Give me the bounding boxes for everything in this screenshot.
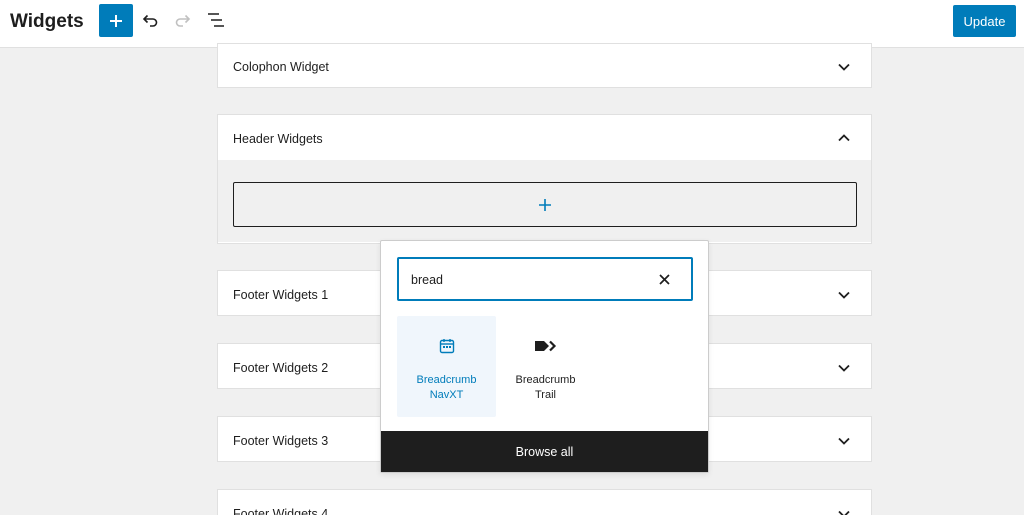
block-search-box: [397, 257, 693, 301]
undo-icon: [142, 14, 158, 27]
widget-area-header: Header Widgets: [217, 114, 872, 244]
close-icon: [658, 273, 670, 285]
calendar-icon: [397, 336, 496, 356]
block-result-label-line: NavXT: [429, 389, 464, 401]
browse-all-button[interactable]: Browse all: [381, 431, 708, 472]
widget-area-title: Colophon Widget: [233, 60, 329, 74]
chevron-down-icon[interactable]: [837, 288, 851, 302]
block-appender-button[interactable]: [233, 182, 857, 227]
block-inserter-popover: Breadcrumb NavXT Breadcrumb Trail Browse…: [380, 240, 709, 473]
block-result-label-line: Breadcrumb: [515, 374, 576, 386]
chevron-down-icon[interactable]: [837, 60, 851, 74]
block-result-breadcrumb-trail[interactable]: Breadcrumb Trail: [496, 316, 595, 417]
widget-area-title: Footer Widgets 4: [233, 507, 329, 515]
clear-search-button[interactable]: [657, 272, 671, 286]
update-button[interactable]: Update: [953, 5, 1016, 37]
widget-area-footer-4[interactable]: Footer Widgets 4: [217, 489, 872, 515]
chevron-down-icon[interactable]: [837, 507, 851, 515]
block-search-input[interactable]: [411, 270, 641, 290]
editor-top-bar: Widgets Update: [0, 0, 1024, 48]
widget-area-title: Footer Widgets 1: [233, 288, 329, 302]
chevron-down-icon[interactable]: [837, 434, 851, 448]
add-block-button[interactable]: [99, 4, 133, 37]
undo-button[interactable]: [140, 10, 160, 30]
block-result-label: Breadcrumb NavXT: [397, 373, 496, 403]
chevron-up-icon[interactable]: [837, 131, 851, 145]
block-result-label: Breadcrumb Trail: [496, 373, 595, 403]
widget-area-title: Header Widgets: [233, 132, 323, 146]
widget-area-colophon[interactable]: Colophon Widget: [217, 43, 872, 88]
block-result-label-line: Breadcrumb: [416, 374, 477, 386]
block-result-breadcrumb-navxt[interactable]: Breadcrumb NavXT: [397, 316, 496, 417]
block-result-label-line: Trail: [535, 389, 556, 401]
chevron-down-icon[interactable]: [837, 361, 851, 375]
widget-area-title: Footer Widgets 2: [233, 361, 329, 375]
widget-area-title: Footer Widgets 3: [233, 434, 329, 448]
widget-area-body: [218, 160, 871, 242]
page-title: Widgets: [10, 11, 84, 32]
list-view-icon: [208, 13, 224, 27]
plus-icon: [110, 14, 122, 27]
redo-icon: [175, 14, 191, 27]
plus-icon: [539, 198, 551, 211]
list-view-button[interactable]: [206, 10, 226, 30]
breadcrumb-arrow-icon: [496, 336, 595, 356]
redo-button[interactable]: [173, 10, 193, 30]
